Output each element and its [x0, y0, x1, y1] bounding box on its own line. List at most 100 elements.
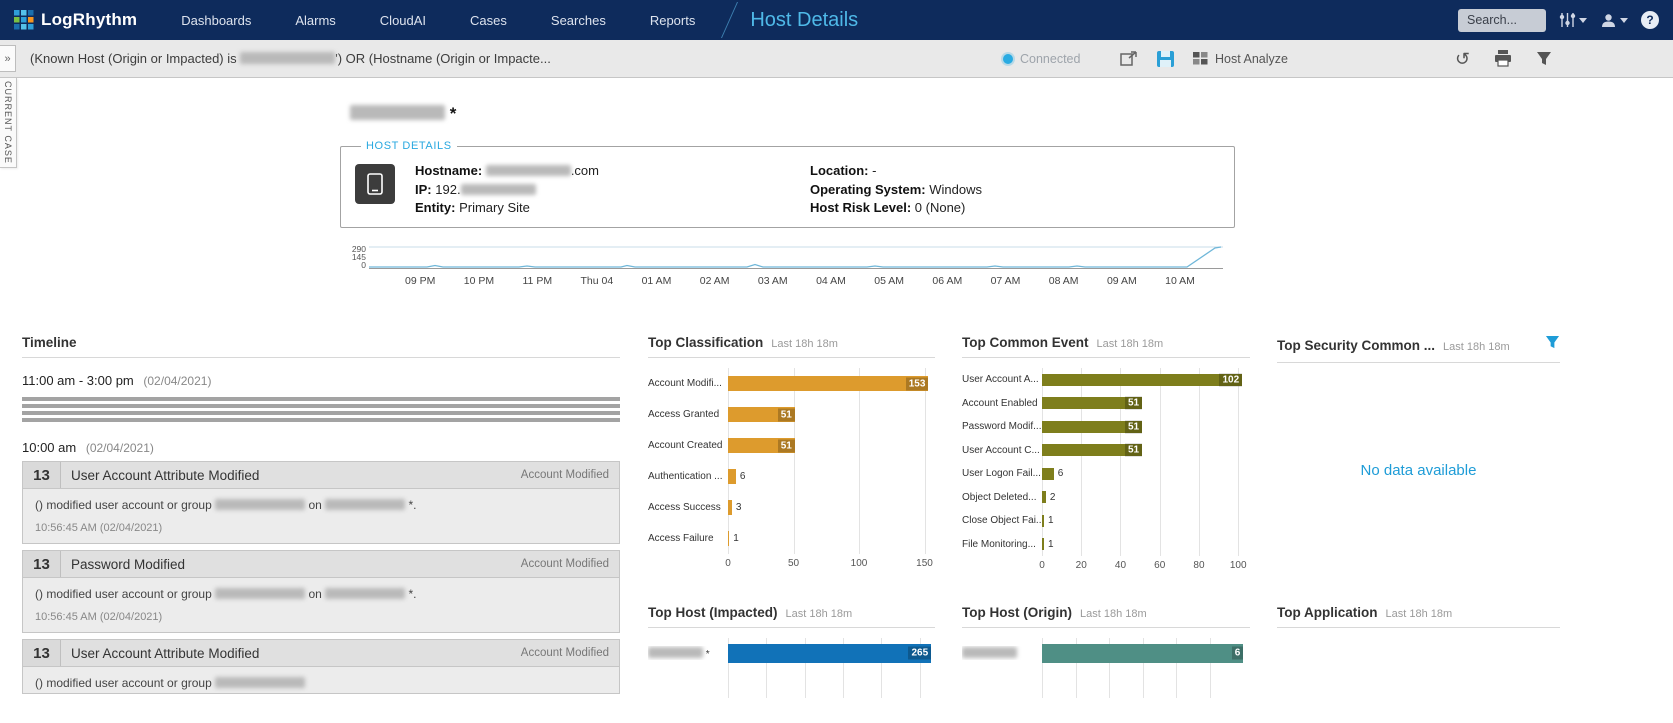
group-date: (02/04/2021) — [143, 374, 211, 388]
bar-label: Password Modif... — [962, 421, 1042, 432]
ip-label: IP: — [415, 182, 432, 197]
bar[interactable] — [1042, 491, 1046, 503]
redacted-host — [325, 588, 405, 599]
print-icon[interactable] — [1494, 50, 1512, 67]
chart-row: Access Granted51 — [648, 399, 935, 430]
bar-label: Close Object Fai... — [962, 515, 1042, 526]
bar[interactable]: 51 — [1042, 444, 1142, 456]
chart-row: Authentication ...6 — [648, 461, 935, 492]
event-count: 13 — [23, 551, 61, 577]
chart-row: Object Deleted...2 — [962, 486, 1250, 510]
sliders-icon — [1559, 12, 1576, 28]
chart-x-axis: 020406080100 — [1042, 556, 1250, 574]
redacted-hostname-value — [486, 165, 571, 176]
bar[interactable] — [1042, 468, 1054, 480]
bar[interactable]: 6 — [1042, 644, 1243, 663]
current-case-tab[interactable]: CURRENT CASE — [0, 78, 17, 168]
bar[interactable] — [1042, 515, 1044, 527]
nav-item-alarms[interactable]: Alarms — [295, 13, 335, 28]
logo[interactable]: LogRhythm — [14, 10, 137, 30]
popout-icon[interactable] — [1120, 51, 1138, 67]
display-options-menu[interactable] — [1559, 12, 1587, 28]
ip-row: IP: 192. — [415, 181, 810, 200]
nav-item-dashboards[interactable]: Dashboards — [181, 13, 251, 28]
panel-filter-icon[interactable] — [1545, 335, 1560, 355]
panel-timespan: Last 18h 18m — [786, 608, 853, 620]
location-value: - — [872, 163, 876, 178]
nav-item-searches[interactable]: Searches — [551, 13, 606, 28]
event-body: () modified user account or group — [23, 667, 619, 693]
user-menu[interactable] — [1600, 12, 1628, 29]
bar[interactable] — [728, 531, 729, 546]
bar-value: 51 — [1125, 420, 1142, 433]
bar-label: User Logon Fail... — [962, 468, 1042, 479]
risk-value: 0 (None) — [915, 200, 966, 215]
x-tick: 02 AM — [700, 275, 730, 287]
x-tick: Thu 04 — [580, 275, 613, 287]
event-title: User Account Attribute Modified — [61, 646, 521, 661]
connection-status: Connected — [1003, 40, 1080, 77]
title-divider — [721, 2, 738, 38]
x-tick: 10 AM — [1165, 275, 1195, 287]
nav-item-cloudai[interactable]: CloudAI — [380, 13, 426, 28]
search-input[interactable]: Search... — [1458, 9, 1546, 32]
entity-value: Primary Site — [459, 200, 530, 215]
x-tick: 04 AM — [816, 275, 846, 287]
bar-label: Account Modifi... — [648, 378, 728, 389]
top-classification-panel: Top Classification Last 18h 18m Account … — [648, 335, 935, 572]
redacted-account — [215, 588, 305, 599]
brand-name: LogRhythm — [41, 10, 137, 30]
entity-row: Entity: Primary Site — [415, 199, 810, 218]
nav-item-cases[interactable]: Cases — [470, 13, 507, 28]
help-icon[interactable]: ? — [1641, 11, 1659, 29]
timeline-title: Timeline — [22, 335, 77, 350]
redacted-host — [325, 499, 405, 510]
x-tick: 10 PM — [464, 275, 494, 287]
undo-icon[interactable]: ↺ — [1455, 50, 1470, 68]
event-timestamp: 10:56:45 AM (02/04/2021) — [23, 515, 619, 543]
top-application-panel: Top Application Last 18h 18m — [1277, 605, 1560, 628]
chart-row: *265 — [648, 638, 935, 668]
chart-x-axis: 050100150 — [728, 554, 935, 572]
chart-row: User Logon Fail...6 — [962, 462, 1250, 486]
bar[interactable]: 265 — [728, 644, 931, 663]
bar[interactable]: 51 — [1042, 421, 1142, 433]
ip-prefix: 192. — [435, 182, 460, 197]
timeline-group-header: 11:00 am - 3:00 pm (02/04/2021) — [22, 373, 620, 388]
group-date: (02/04/2021) — [86, 441, 154, 455]
hostname-row: Hostname: .com — [415, 162, 810, 181]
save-search-icon[interactable] — [1156, 50, 1175, 68]
sparkline-y-axis: 290 145 0 — [343, 244, 369, 270]
event-card[interactable]: 13 User Account Attribute Modified Accou… — [22, 639, 620, 694]
bar[interactable]: 102 — [1042, 374, 1242, 386]
event-card[interactable]: 13 User Account Attribute Modified Accou… — [22, 461, 620, 544]
event-card[interactable]: 13 Password Modified Account Modified ()… — [22, 550, 620, 633]
filter-icon[interactable] — [1536, 51, 1552, 67]
nav-item-reports[interactable]: Reports — [650, 13, 696, 28]
main-nav: Dashboards Alarms CloudAI Cases Searches… — [181, 13, 695, 28]
chart-row: Account Enabled51 — [962, 392, 1250, 416]
bar-value: 51 — [1125, 397, 1142, 410]
bar-value: 51 — [778, 408, 795, 421]
bar[interactable]: 153 — [728, 376, 928, 391]
x-tick: 150 — [916, 558, 933, 569]
bar[interactable]: 51 — [728, 438, 795, 453]
host-impacted-bar-chart: *265 — [648, 638, 935, 698]
timeline-panel: Timeline 11:00 am - 3:00 pm (02/04/2021)… — [22, 335, 620, 723]
bar[interactable] — [728, 500, 732, 515]
bar[interactable] — [728, 469, 736, 484]
host-analyze-button[interactable]: Host Analyze — [1193, 52, 1288, 66]
bar[interactable]: 51 — [728, 407, 795, 422]
host-title-suffix: * — [450, 104, 457, 123]
bar-value: 6 — [740, 471, 746, 482]
bar[interactable]: 51 — [1042, 397, 1142, 409]
expand-drawer-icon[interactable]: » — [0, 45, 16, 72]
x-tick: 100 — [851, 558, 868, 569]
bar[interactable] — [1042, 538, 1044, 550]
sparkline-chart[interactable] — [369, 244, 1223, 270]
collapsed-events[interactable] — [22, 397, 620, 425]
x-tick: 0 — [725, 558, 731, 569]
entity-label: Entity: — [415, 200, 455, 215]
host-page-title: * — [350, 104, 456, 124]
x-tick: 09 AM — [1107, 275, 1137, 287]
